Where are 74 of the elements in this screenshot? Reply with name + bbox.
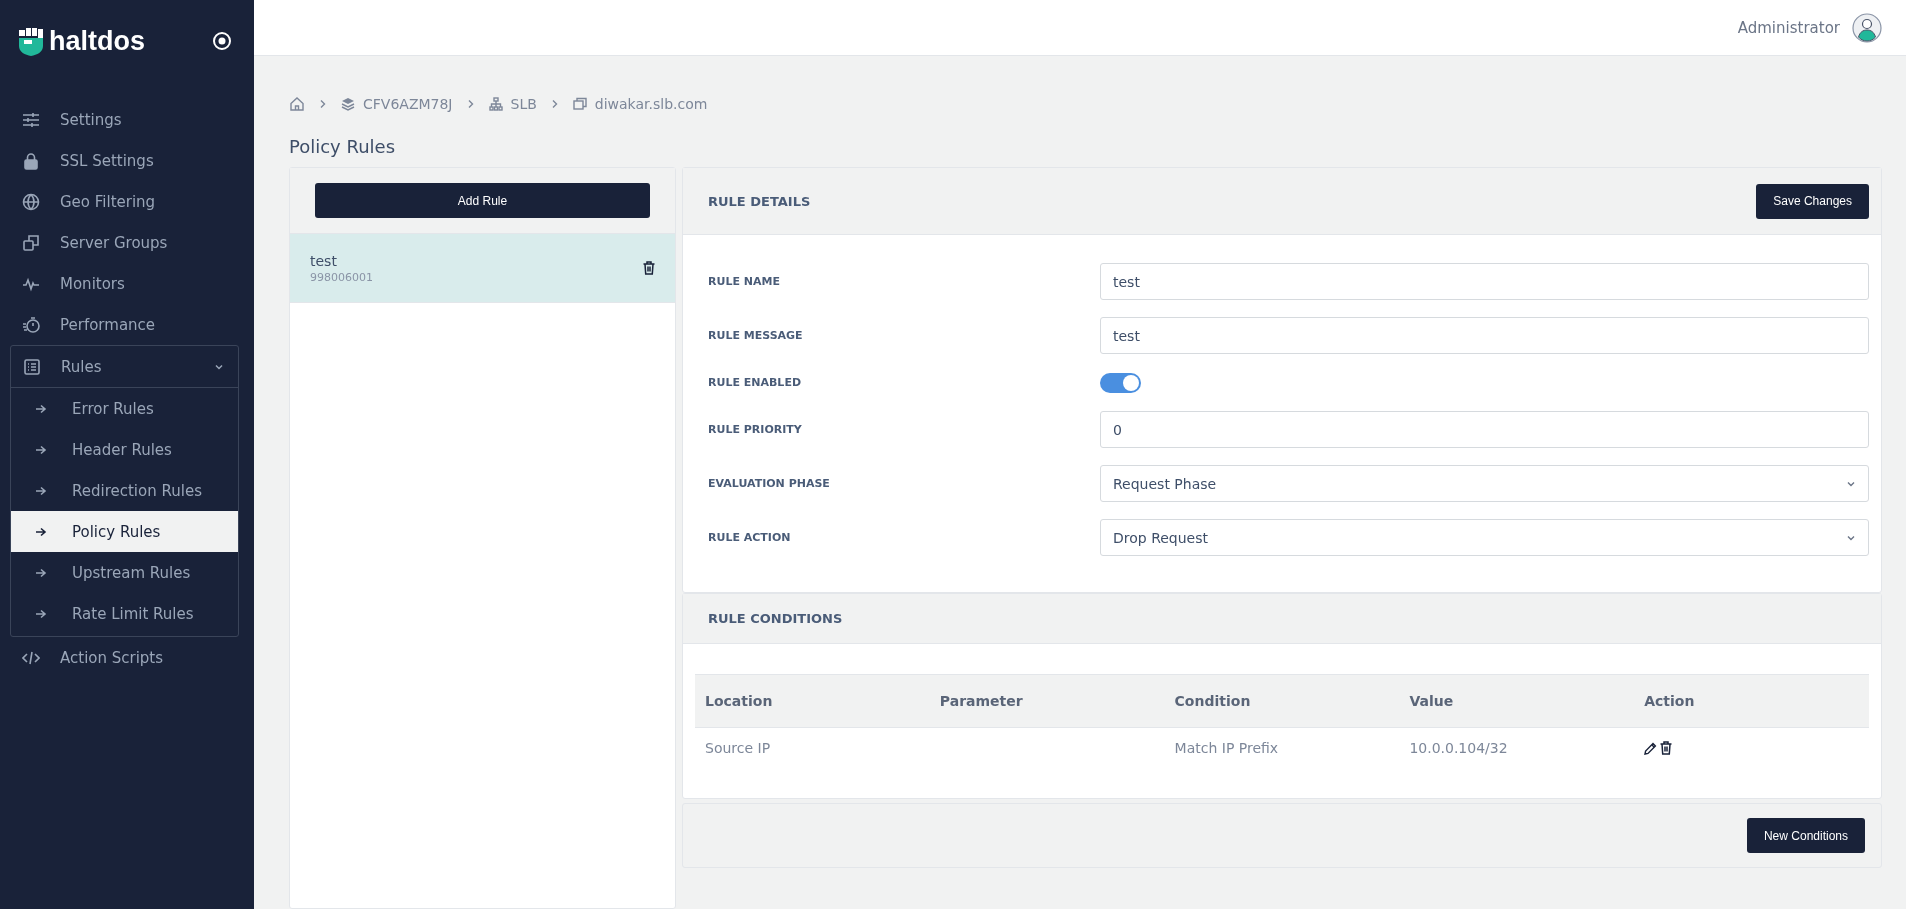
breadcrumb-link[interactable]: diwakar.slb.com: [594, 96, 708, 112]
arrow-icon: [35, 403, 47, 414]
chevron-icon: [466, 99, 475, 109]
field-label: RULE ENABLED: [708, 376, 803, 389]
column-header: Action: [1644, 693, 1695, 709]
toggle-switch[interactable]: [1100, 372, 1141, 393]
arrow-icon: [35, 526, 47, 537]
select-field[interactable]: Request Phase: [1100, 465, 1869, 502]
arrow-icon: [35, 567, 47, 578]
select-field[interactable]: Drop Request: [1100, 519, 1869, 556]
input-field[interactable]: test: [1100, 263, 1869, 300]
nav-item[interactable]: Monitors: [0, 263, 254, 304]
trash-icon[interactable]: [643, 261, 655, 275]
user-name[interactable]: Administrator: [1737, 18, 1840, 37]
table-cell: Match IP Prefix: [1174, 740, 1279, 756]
nav-subitem[interactable]: Redirection Rules: [11, 470, 238, 511]
nav-item[interactable]: Action Scripts: [0, 637, 254, 678]
trash-icon[interactable]: [1660, 741, 1673, 755]
rule-id: 998006001: [310, 270, 373, 284]
timer-icon: [22, 315, 40, 334]
sliders-icon: [22, 110, 40, 129]
arrow-icon: [35, 485, 47, 496]
nav-item[interactable]: Performance: [0, 304, 254, 345]
column-header: Value: [1409, 693, 1454, 709]
user-avatar-icon[interactable]: [1852, 12, 1882, 43]
fist-logo-icon: [18, 26, 44, 56]
field-label: RULE MESSAGE: [708, 329, 804, 342]
rule-name: test: [310, 252, 338, 269]
nav-item[interactable]: Server Groups: [0, 222, 254, 263]
save-changes-button[interactable]: Save Changes: [1756, 183, 1869, 219]
table-cell: Source IP: [705, 740, 771, 756]
table-cell: 10.0.0.104/32: [1409, 740, 1508, 756]
layers-icon: [341, 97, 355, 111]
hierarchy-icon: [488, 97, 503, 111]
input-field[interactable]: test: [1100, 317, 1869, 354]
chevron-icon: [319, 99, 327, 109]
copy-icon: [22, 233, 40, 252]
section-title: RULE CONDITIONS: [708, 611, 843, 626]
column-header: Location: [705, 693, 773, 709]
column-header: Condition: [1174, 693, 1251, 709]
chevron-down-icon: [1846, 479, 1856, 488]
arrow-icon: [35, 608, 47, 619]
field-label: RULE PRIORITY: [708, 423, 803, 436]
field-label: RULE ACTION: [708, 531, 792, 544]
input-field[interactable]: 0: [1100, 411, 1869, 448]
windows-icon: [572, 97, 587, 111]
field-label: EVALUATION PHASE: [708, 477, 831, 490]
chevron-down-icon: [1846, 533, 1856, 542]
new-conditions-button[interactable]: New Conditions: [1746, 818, 1865, 853]
breadcrumb-link[interactable]: CFV6AZM78J: [363, 96, 453, 112]
target-icon[interactable]: [212, 31, 232, 51]
nav-item[interactable]: SSL Settings: [0, 140, 254, 181]
page-title: Policy Rules: [289, 136, 397, 157]
list-icon: [23, 357, 41, 376]
nav-item[interactable]: Geo Filtering: [0, 181, 254, 222]
nav-subitem[interactable]: Upstream Rules: [11, 552, 238, 593]
nav-subitem[interactable]: Rate Limit Rules: [11, 593, 238, 634]
nav-item[interactable]: Settings: [0, 99, 254, 140]
brand-name: haltdos: [49, 25, 145, 57]
arrow-icon: [35, 444, 47, 455]
rule-list-item[interactable]: test 998006001: [290, 234, 675, 303]
nav-subitem[interactable]: Header Rules: [11, 429, 238, 470]
chevron-icon: [550, 99, 559, 109]
nav-subitem[interactable]: Policy Rules: [11, 511, 238, 552]
nav-subitem[interactable]: Error Rules: [11, 388, 238, 429]
column-header: Parameter: [939, 693, 1023, 709]
nav-item[interactable]: Rules: [11, 346, 238, 388]
pencil-icon[interactable]: [1644, 741, 1658, 755]
lock-icon: [22, 151, 40, 170]
home-icon[interactable]: [289, 96, 305, 112]
add-rule-button[interactable]: Add Rule: [315, 183, 650, 218]
globe-icon: [22, 192, 40, 211]
section-title: RULE DETAILS: [708, 193, 811, 209]
field-label: RULE NAME: [708, 275, 781, 288]
